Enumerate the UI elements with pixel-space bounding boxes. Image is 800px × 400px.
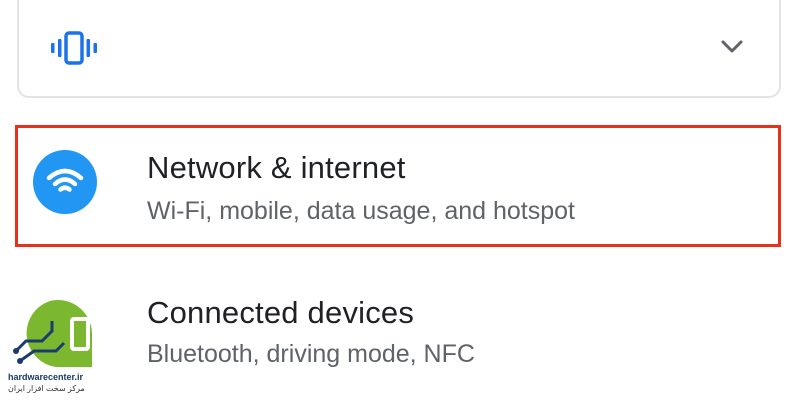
watermark: hardwarecenter.ir مرکز سخت افزار ایران: [8, 372, 108, 394]
sound-settings-card[interactable]: [17, 0, 781, 98]
watermark-tagline: مرکز سخت افزار ایران: [8, 384, 85, 393]
connected-devices-title: Connected devices: [147, 295, 415, 330]
network-subtitle: Wi-Fi, mobile, data usage, and hotspot: [147, 197, 576, 225]
devices-icon: [13, 300, 92, 367]
highlight-box: [15, 125, 781, 247]
watermark-domain: hardwarecenter.ir: [8, 372, 84, 382]
network-title: Network & internet: [147, 150, 406, 185]
chevron-down-icon[interactable]: [721, 40, 743, 54]
wifi-icon: [33, 150, 97, 214]
vibrate-icon: [51, 31, 97, 65]
connected-devices-subtitle: Bluetooth, driving mode, NFC: [147, 340, 475, 368]
